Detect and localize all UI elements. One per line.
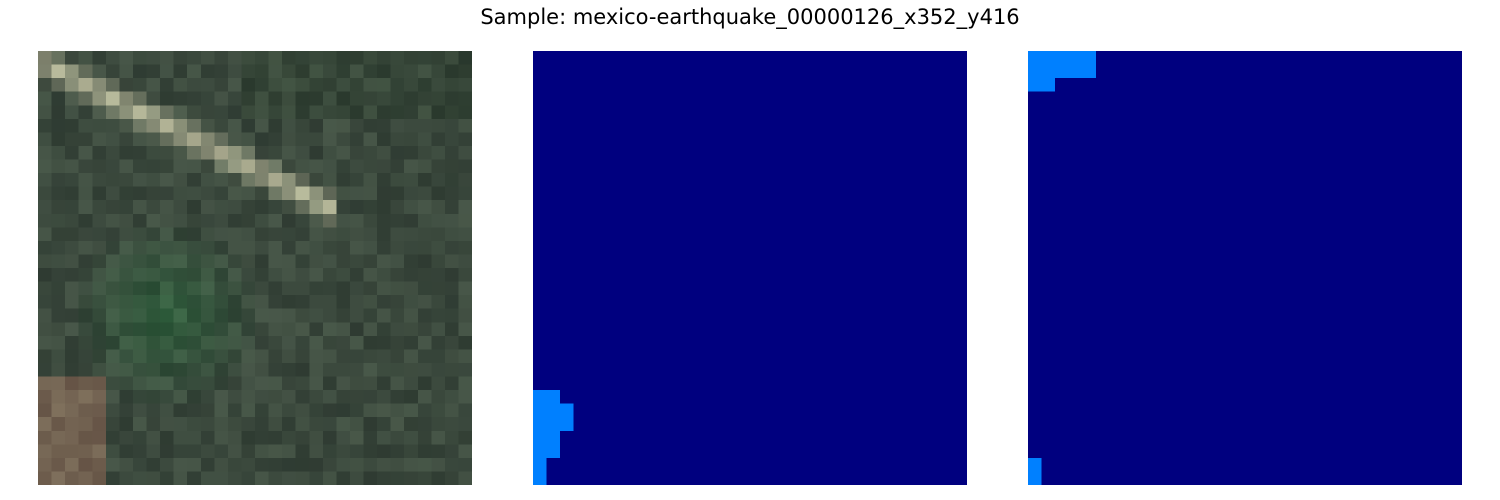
- mask-image-3: [1028, 51, 1462, 485]
- figure-title: Sample: mexico-earthquake_00000126_x352_…: [480, 5, 1020, 29]
- satellite-image: [38, 51, 472, 485]
- satellite-image-panel: [38, 51, 472, 485]
- mask-image-2: [533, 51, 967, 485]
- mask-panel-2: [533, 51, 967, 485]
- mask-panel-3: [1028, 51, 1462, 485]
